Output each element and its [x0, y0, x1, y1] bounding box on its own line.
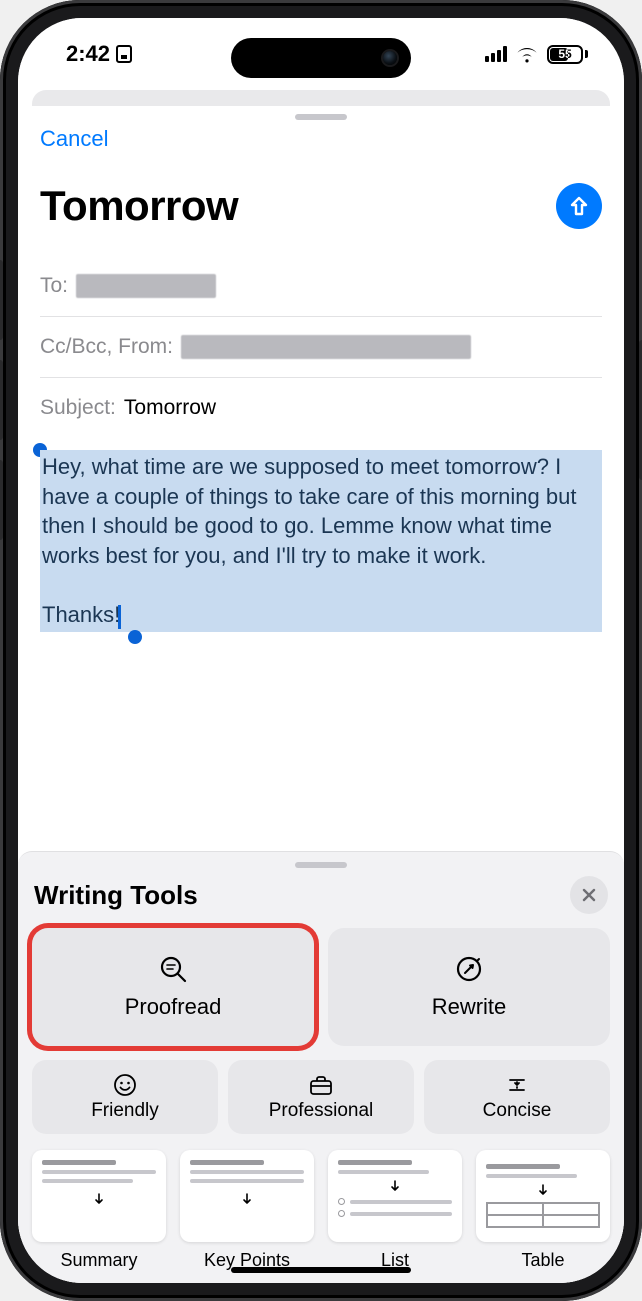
selection-handle-end[interactable] — [128, 630, 142, 644]
friendly-button[interactable]: Friendly — [32, 1060, 218, 1134]
battery-percent: 55 — [558, 47, 571, 61]
arrow-up-icon — [567, 194, 591, 218]
text-caret — [118, 605, 121, 629]
briefcase-icon — [308, 1073, 334, 1097]
front-camera — [383, 51, 397, 65]
professional-button[interactable]: Professional — [228, 1060, 414, 1134]
home-indicator[interactable] — [231, 1267, 411, 1273]
proofread-label: Proofread — [125, 994, 222, 1020]
proofread-button[interactable]: Proofread — [32, 928, 314, 1046]
smile-icon — [113, 1073, 137, 1097]
screen: 2:42 55 Cancel Tomor — [18, 18, 624, 1283]
phone-frame: 2:42 55 Cancel Tomor — [0, 0, 642, 1301]
cellular-signal-icon — [485, 46, 507, 62]
keypoints-button[interactable]: Key Points — [180, 1150, 314, 1271]
battery-indicator: 55 — [547, 45, 588, 64]
message-body-text[interactable]: Hey, what time are we supposed to meet t… — [40, 450, 602, 632]
status-time: 2:42 — [66, 41, 110, 67]
from-value-redacted — [181, 335, 471, 359]
list-button[interactable]: List — [328, 1150, 462, 1271]
arrow-down-icon — [92, 1192, 106, 1206]
message-body[interactable]: Hey, what time are we supposed to meet t… — [40, 450, 602, 632]
close-button[interactable] — [570, 876, 608, 914]
arrow-down-icon — [388, 1179, 402, 1193]
dynamic-island — [231, 38, 411, 78]
summary-label: Summary — [60, 1250, 137, 1271]
volume-down-button — [0, 460, 3, 540]
subject-value: Tomorrow — [124, 396, 216, 420]
subject-label: Subject: — [40, 396, 116, 420]
cc-bcc-from-field[interactable]: Cc/Bcc, From: — [40, 317, 602, 378]
cancel-button[interactable]: Cancel — [40, 126, 108, 151]
keypoints-preview — [180, 1150, 314, 1242]
table-preview — [476, 1150, 610, 1242]
to-field[interactable]: To: — [40, 256, 602, 317]
magnifier-icon — [158, 954, 188, 984]
writing-tools-panel: Writing Tools Proofread — [18, 851, 624, 1283]
wifi-icon — [515, 45, 539, 63]
send-button[interactable] — [556, 183, 602, 229]
compose-title: Tomorrow — [40, 182, 238, 230]
concise-button[interactable]: Concise — [424, 1060, 610, 1134]
table-label: Table — [521, 1250, 564, 1271]
summary-preview — [32, 1150, 166, 1242]
rewrite-button[interactable]: Rewrite — [328, 928, 610, 1046]
professional-label: Professional — [269, 1100, 374, 1122]
writing-tools-title: Writing Tools — [34, 880, 198, 911]
sheet-grabber[interactable] — [295, 114, 347, 120]
to-label: To: — [40, 274, 68, 298]
summary-button[interactable]: Summary — [32, 1150, 166, 1271]
rewrite-icon — [454, 954, 484, 984]
table-button[interactable]: Table — [476, 1150, 610, 1271]
cc-bcc-from-label: Cc/Bcc, From: — [40, 335, 173, 359]
volume-up-button — [0, 360, 3, 440]
compose-sheet: Cancel Tomorrow To: Cc/Bcc, From: — [18, 106, 624, 1283]
concise-label: Concise — [483, 1100, 552, 1122]
side-button — [0, 260, 3, 340]
list-preview — [328, 1150, 462, 1242]
rewrite-label: Rewrite — [432, 994, 507, 1020]
privacy-indicator-icon — [116, 45, 132, 63]
to-value-redacted — [76, 274, 216, 298]
subject-field[interactable]: Subject: Tomorrow — [40, 378, 602, 438]
panel-grabber[interactable] — [295, 862, 347, 868]
concise-icon — [505, 1073, 529, 1097]
close-icon — [581, 887, 597, 903]
friendly-label: Friendly — [91, 1100, 159, 1122]
arrow-down-icon — [536, 1183, 550, 1197]
arrow-down-icon — [240, 1192, 254, 1206]
